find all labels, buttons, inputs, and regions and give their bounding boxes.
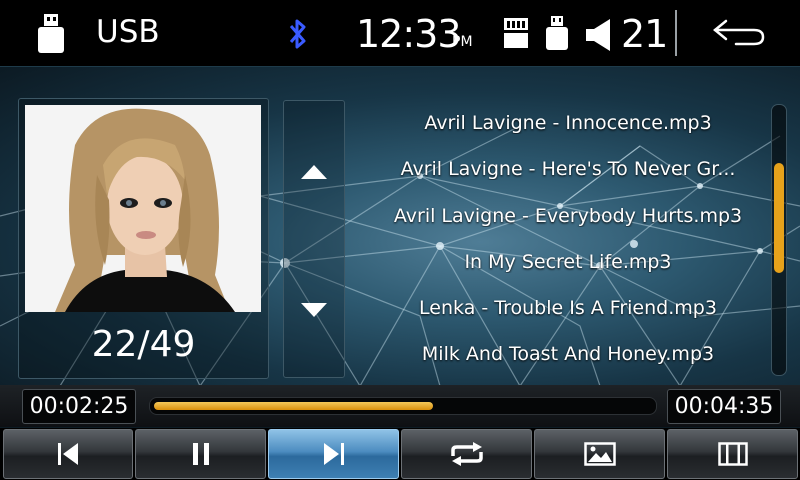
progress-bar[interactable] — [149, 397, 657, 415]
status-divider — [675, 10, 677, 56]
playlist-item[interactable]: Avril Lavigne - Everybody Hurts.mp3 — [368, 205, 768, 227]
progress-fill — [154, 402, 433, 410]
skip-previous-icon — [58, 443, 78, 465]
picture-button[interactable] — [534, 429, 665, 479]
playlist-item[interactable]: In My Secret Life.mp3 — [368, 251, 768, 273]
scrollbar-thumb[interactable] — [774, 163, 784, 273]
usb-icon[interactable] — [35, 14, 67, 54]
playlist-item[interactable]: Avril Lavigne - Innocence.mp3 — [368, 112, 768, 134]
status-bar: USB 12:33 PM 21 — [0, 0, 800, 67]
video-button[interactable] — [667, 429, 798, 479]
album-art — [25, 105, 261, 312]
scroll-down-icon[interactable] — [301, 303, 327, 317]
pause-icon — [192, 443, 209, 465]
playback-controls — [0, 428, 800, 480]
album-panel: 22/49 — [18, 98, 269, 379]
progress-row: 00:02:25 00:04:35 — [0, 385, 800, 427]
bluetooth-icon — [289, 19, 306, 49]
image-icon — [583, 442, 616, 466]
film-icon — [717, 442, 748, 466]
repeat-icon — [450, 442, 483, 466]
usb-small-icon — [546, 16, 568, 50]
next-button[interactable] — [268, 429, 399, 479]
clock-ampm: PM — [452, 34, 473, 50]
playlist-item[interactable]: Avril Lavigne - Here's To Never Gr... — [368, 158, 768, 180]
total-duration: 00:04:35 — [667, 389, 781, 424]
speaker-icon[interactable] — [584, 18, 614, 52]
playlist-scroll-buttons — [283, 100, 345, 378]
previous-button[interactable] — [3, 429, 133, 479]
track-counter: 22/49 — [91, 324, 196, 365]
pause-button[interactable] — [135, 429, 266, 479]
playlist-item[interactable]: Lenka - Trouble Is A Friend.mp3 — [368, 297, 768, 319]
scroll-up-icon[interactable] — [301, 165, 327, 179]
back-icon[interactable] — [712, 18, 766, 48]
volume-level: 21 — [621, 12, 668, 56]
elapsed-time: 00:02:25 — [22, 389, 136, 424]
source-label: USB — [96, 14, 160, 50]
clock-time: 12:33 — [356, 12, 462, 56]
repeat-button[interactable] — [401, 429, 532, 479]
playlist-item[interactable]: Milk And Toast And Honey.mp3 — [368, 343, 768, 365]
playlist-scrollbar[interactable] — [771, 104, 787, 376]
skip-next-icon — [323, 443, 344, 465]
sd-card-icon — [504, 18, 528, 48]
